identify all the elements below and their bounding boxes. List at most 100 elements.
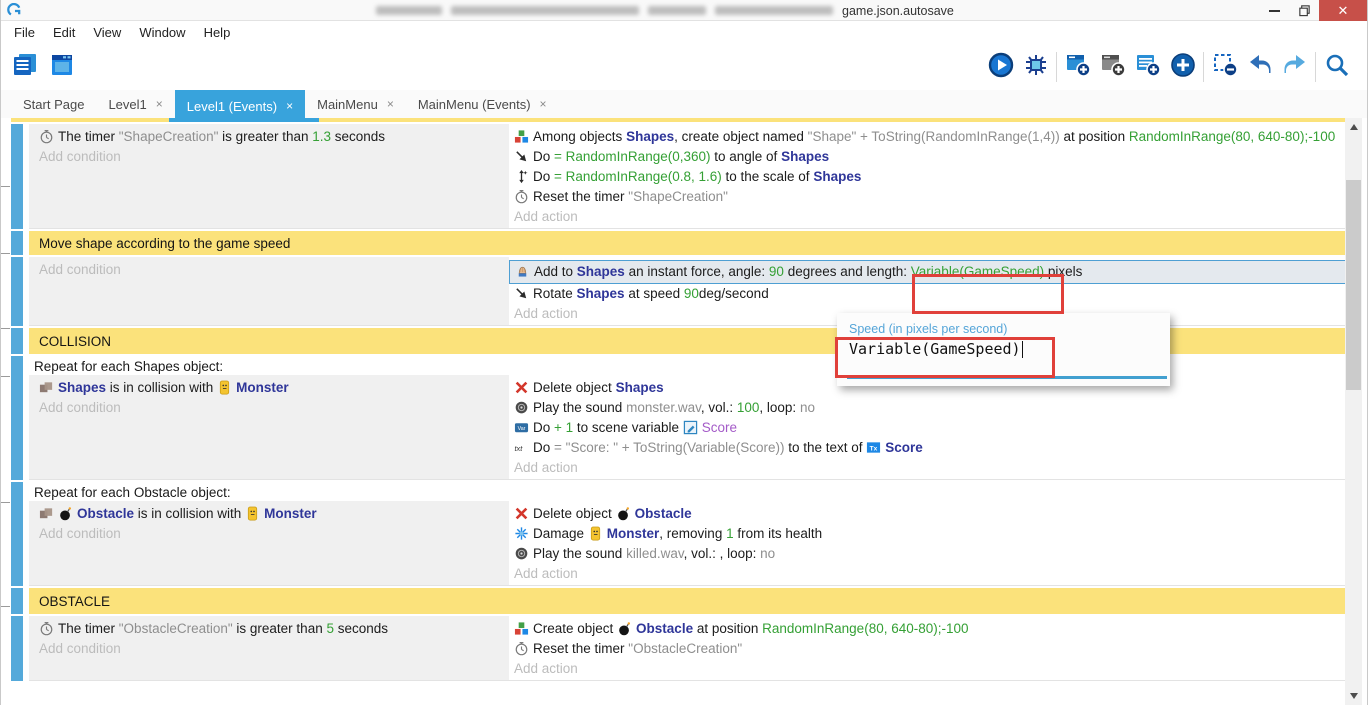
condition-row[interactable]: The timer "ShapeCreation" is greater tha… — [29, 127, 509, 147]
tab-level1[interactable]: Level1× — [96, 90, 174, 118]
play-button[interactable] — [987, 54, 1014, 81]
undo-button[interactable] — [1246, 54, 1273, 81]
event-text: Do — [533, 169, 554, 184]
add-condition-link[interactable]: Add condition — [29, 524, 509, 544]
action-row[interactable]: Do = RandomInRange(0.8, 1.6) to the scal… — [509, 167, 1346, 187]
event-text: no — [760, 546, 775, 561]
event-text: , create object named — [674, 129, 808, 144]
scrollbar-thumb[interactable] — [1346, 180, 1361, 390]
debug-button[interactable] — [1022, 54, 1049, 81]
action-row[interactable]: VarDo + 1 to scene variable Score — [509, 418, 1346, 438]
event-text: Do — [533, 440, 554, 455]
event-text: Obstacle — [636, 621, 693, 636]
action-row[interactable]: Delete object Obstacle — [509, 504, 1346, 524]
restore-button[interactable] — [1289, 0, 1319, 21]
add-subevent-button[interactable] — [1099, 54, 1126, 81]
event-text: is greater than — [233, 621, 327, 636]
event-text: Shapes — [577, 264, 625, 279]
menu-window[interactable]: Window — [130, 25, 194, 40]
event-text: Shapes — [616, 380, 664, 395]
popup-expression-input[interactable]: Variable(GameSpeed) — [849, 340, 1170, 358]
conditions-column: The timer "ShapeCreation" is greater tha… — [29, 124, 509, 228]
vertical-scrollbar[interactable] — [1345, 118, 1362, 705]
comment-event: Move shape according to the game speed — [11, 231, 1346, 255]
window-title: game.json.autosave — [376, 0, 954, 21]
action-row[interactable]: Rotate Shapes at speed 90deg/second — [509, 284, 1346, 304]
scroll-up-button[interactable] — [1345, 119, 1362, 135]
tab-mainmenu[interactable]: MainMenu× — [305, 90, 406, 118]
action-row[interactable]: Reset the timer "ShapeCreation" — [509, 187, 1346, 207]
action-row[interactable]: Play the sound monster.wav, vol.: 100, l… — [509, 398, 1346, 418]
scene-editor-button[interactable] — [48, 54, 75, 81]
tab-start-page[interactable]: Start Page — [11, 90, 96, 118]
event-text: The timer — [58, 621, 119, 636]
arrow-up-icon — [1350, 124, 1358, 130]
tab-mainmenu-events-[interactable]: MainMenu (Events)× — [406, 90, 559, 118]
add-subevent-icon — [1100, 52, 1126, 83]
add-condition-link[interactable]: Add condition — [29, 260, 509, 280]
add-action-link[interactable]: Add action — [509, 564, 1346, 584]
add-action-link[interactable]: Add action — [509, 207, 1346, 227]
event-left-bar — [11, 124, 23, 229]
add-condition-link[interactable]: Add condition — [29, 639, 509, 659]
menu-file[interactable]: File — [5, 25, 44, 40]
add-condition-link[interactable]: Add condition — [29, 398, 509, 418]
add-circle-button[interactable] — [1169, 54, 1196, 81]
tab-close-icon[interactable]: × — [156, 97, 163, 111]
menu-help[interactable]: Help — [195, 25, 240, 40]
tab-level1-events-[interactable]: Level1 (Events)× — [175, 90, 305, 122]
damage-icon — [514, 526, 529, 541]
tab-close-icon[interactable]: × — [540, 97, 547, 111]
add-condition-link[interactable]: Add condition — [29, 147, 509, 167]
condition-row[interactable]: Shapes is in collision with Monster — [29, 378, 509, 398]
event-body: The timer "ShapeCreation" is greater tha… — [29, 124, 1346, 229]
scene-editor-icon — [49, 52, 75, 83]
action-row[interactable]: txtDo = "Score: " + ToString(Variable(Sc… — [509, 438, 1346, 458]
action-row[interactable]: Create object Obstacle at position Rando… — [509, 619, 1346, 639]
tab-close-icon[interactable]: × — [387, 97, 394, 111]
scale-icon — [514, 169, 529, 184]
redo-icon — [1282, 52, 1308, 83]
condition-row[interactable]: The timer "ObstacleCreation" is greater … — [29, 619, 509, 639]
condition-row[interactable]: Obstacle is in collision with Monster — [29, 504, 509, 524]
gutter-tick — [1, 502, 10, 503]
comment-body[interactable]: OBSTACLE — [29, 588, 1346, 614]
scroll-down-button[interactable] — [1345, 688, 1362, 704]
action-row[interactable]: Do = RandomInRange(0,360) to angle of Sh… — [509, 147, 1346, 167]
action-row[interactable]: Reset the timer "ObstacleCreation" — [509, 639, 1346, 659]
add-action-link[interactable]: Add action — [509, 659, 1346, 679]
action-row[interactable]: Damage Monster, removing 1 from its heal… — [509, 524, 1346, 544]
collision-icon — [39, 380, 54, 395]
add-comment-button[interactable] — [1134, 54, 1161, 81]
minimize-button[interactable] — [1259, 0, 1289, 21]
conditions-column: The timer "ObstacleCreation" is greater … — [29, 616, 509, 680]
event-text: at speed — [625, 286, 684, 301]
event-text: to angle of — [711, 149, 782, 164]
add-action-link[interactable]: Add action — [509, 458, 1346, 478]
search-button[interactable] — [1323, 54, 1350, 81]
event-text: , removing — [659, 526, 726, 541]
event-text: Rotate — [533, 286, 577, 301]
parameter-edit-popup: Speed (in pixels per second) Variable(Ga… — [837, 313, 1170, 386]
event-text: "ObstacleCreation" — [628, 641, 742, 656]
action-row-selected[interactable]: Add to Shapes an instant force, angle: 9… — [509, 260, 1346, 284]
angle-icon — [514, 286, 529, 301]
event-text: to scene variable — [573, 420, 683, 435]
project-manager-icon — [12, 52, 38, 83]
project-manager-button[interactable] — [11, 54, 38, 81]
tab-close-icon[interactable]: × — [286, 99, 293, 113]
action-row[interactable]: Among objects Shapes, create object name… — [509, 127, 1346, 147]
obstacle-icon — [616, 506, 631, 521]
comment-body[interactable]: Move shape according to the game speed — [29, 231, 1346, 255]
event-text: seconds — [331, 129, 385, 144]
redo-button[interactable] — [1281, 54, 1308, 81]
action-row[interactable]: Play the sound killed.wav, vol.: , loop:… — [509, 544, 1346, 564]
menu-view[interactable]: View — [84, 25, 130, 40]
menu-edit[interactable]: Edit — [44, 25, 84, 40]
add-event-button[interactable] — [1064, 54, 1091, 81]
foreach-header[interactable]: Repeat for each Obstacle object: — [29, 482, 1346, 501]
event-text: 90 — [769, 264, 784, 279]
deselect-button[interactable] — [1211, 54, 1238, 81]
close-button[interactable]: ✕ — [1319, 0, 1367, 21]
search-icon — [1324, 52, 1350, 83]
